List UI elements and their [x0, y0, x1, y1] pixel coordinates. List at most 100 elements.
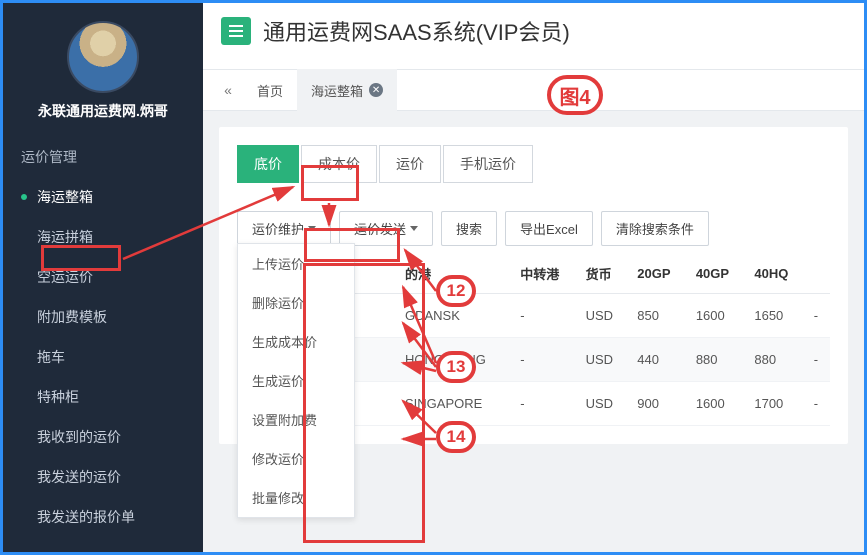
- th-cur: 货币: [578, 254, 630, 294]
- cell-40gp: 880: [688, 338, 747, 382]
- cell-40hq: 1650: [746, 294, 805, 338]
- sidebar-item-label: 我发送的运价: [37, 469, 121, 485]
- tab-fcl[interactable]: 海运整箱 ✕: [297, 69, 397, 111]
- dd-delete[interactable]: 删除运价: [238, 283, 354, 322]
- cell-cur: USD: [578, 382, 630, 426]
- dd-label: 上传运价: [252, 257, 304, 272]
- sidebar-item-label: 我收到的运价: [37, 429, 121, 445]
- sidebar-item-label: 特种柜: [37, 389, 79, 405]
- sidebar-item-label: 拖车: [37, 349, 65, 365]
- dd-gen-freight[interactable]: 生成运价: [238, 361, 354, 400]
- cell-40gp: 1600: [688, 294, 747, 338]
- button-label: 清除搜索条件: [616, 219, 694, 238]
- th-20gp: 20GP: [629, 254, 688, 294]
- dd-label: 批量修改: [252, 491, 304, 506]
- sidebar-item-received[interactable]: 我收到的运价: [3, 417, 203, 457]
- tab-home[interactable]: 首页: [243, 69, 297, 111]
- profile-block: 永联通用运费网.炳哥: [3, 3, 203, 131]
- dd-set-surcharge[interactable]: 设置附加费: [238, 400, 354, 439]
- th-tail: [806, 254, 830, 294]
- clear-button[interactable]: 清除搜索条件: [601, 211, 709, 246]
- pill-label: 成本价: [318, 156, 360, 172]
- sidebar-item-label: 海运拼箱: [37, 229, 93, 245]
- dd-gen-cost[interactable]: 生成成本价: [238, 322, 354, 361]
- main-area: 通用运费网SAAS系统(VIP会员) « 首页 海运整箱 ✕ 底价 成本价 运价…: [203, 3, 864, 552]
- cell-tail: -: [806, 294, 830, 338]
- cell-cur: USD: [578, 338, 630, 382]
- dd-upload[interactable]: 上传运价: [238, 244, 354, 283]
- sidebar-item-label: 空运运价: [37, 269, 93, 285]
- toolbar: 运价维护 运价发送 搜索 导出Excel 清除搜索条件 上传运价 删除运价 生成…: [237, 211, 830, 246]
- send-dropdown-button[interactable]: 运价发送: [339, 211, 433, 246]
- close-icon[interactable]: ✕: [369, 83, 383, 97]
- dd-modify[interactable]: 修改运价: [238, 439, 354, 478]
- avatar: [67, 21, 139, 93]
- username: 永联通用运费网.炳哥: [3, 101, 203, 121]
- sidebar-item-trailer[interactable]: 拖车: [3, 337, 203, 377]
- search-button[interactable]: 搜索: [441, 211, 497, 246]
- sidebar-item-label: 我发送的报价单: [37, 509, 135, 525]
- cell-dest: SINGAPORE: [397, 382, 512, 426]
- titlebar: 通用运费网SAAS系统(VIP会员): [203, 3, 864, 69]
- tab-label: 海运整箱: [311, 81, 363, 100]
- cell-cur: USD: [578, 294, 630, 338]
- dd-label: 设置附加费: [252, 413, 317, 428]
- sidebar-item-sent[interactable]: 我发送的运价: [3, 457, 203, 497]
- sidebar-item-label: 海运整箱: [37, 189, 93, 205]
- cell-tail: -: [806, 382, 830, 426]
- button-label: 导出Excel: [520, 219, 578, 238]
- cell-dest: HONG KONG: [397, 338, 512, 382]
- sidebar-item-label: 附加费模板: [37, 309, 107, 325]
- button-label: 搜索: [456, 219, 482, 238]
- sidebar-item-surcharge[interactable]: 附加费模板: [3, 297, 203, 337]
- th-dest: 的港: [397, 254, 512, 294]
- cell-20gp: 850: [629, 294, 688, 338]
- pill-label: 底价: [254, 156, 282, 172]
- cell-via: -: [512, 382, 577, 426]
- cell-via: -: [512, 294, 577, 338]
- pill-base-price[interactable]: 底价: [237, 145, 299, 183]
- dd-label: 生成成本价: [252, 335, 317, 350]
- pill-freight[interactable]: 运价: [379, 145, 441, 183]
- cell-20gp: 440: [629, 338, 688, 382]
- app-title: 通用运费网SAAS系统(VIP会员): [263, 15, 570, 47]
- th-40hq: 40HQ: [746, 254, 805, 294]
- sidebar-item-lcl[interactable]: 海运拼箱: [3, 217, 203, 257]
- maintain-dropdown-button[interactable]: 运价维护: [237, 211, 331, 246]
- export-button[interactable]: 导出Excel: [505, 211, 593, 246]
- chevron-down-icon: [308, 226, 316, 231]
- th-via: 中转港: [512, 254, 577, 294]
- cell-20gp: 900: [629, 382, 688, 426]
- cell-dest: GDANSK: [397, 294, 512, 338]
- pill-mobile[interactable]: 手机运价: [443, 145, 533, 183]
- tab-label: 首页: [257, 81, 283, 100]
- cell-tail: -: [806, 338, 830, 382]
- sidebar: 永联通用运费网.炳哥 运价管理 海运整箱 海运拼箱 空运运价 附加费模板 拖车 …: [3, 3, 203, 552]
- pill-label: 运价: [396, 156, 424, 172]
- button-label: 运价发送: [354, 219, 406, 238]
- cell-40hq: 880: [746, 338, 805, 382]
- maintain-dropdown-menu: 上传运价 删除运价 生成成本价 生成运价 设置附加费 修改运价 批量修改: [237, 243, 355, 518]
- sidebar-item-fcl[interactable]: 海运整箱: [3, 177, 203, 217]
- pill-label: 手机运价: [460, 156, 516, 172]
- th-40gp: 40GP: [688, 254, 747, 294]
- menu-section-header: 运价管理: [3, 131, 203, 177]
- tabs-bar: « 首页 海运整箱 ✕: [203, 69, 864, 111]
- sidebar-item-quotes[interactable]: 我发送的报价单: [3, 497, 203, 537]
- sidebar-item-special[interactable]: 特种柜: [3, 377, 203, 417]
- dd-label: 修改运价: [252, 452, 304, 467]
- hamburger-button[interactable]: [221, 17, 251, 45]
- sidebar-item-air[interactable]: 空运运价: [3, 257, 203, 297]
- price-type-tabs: 底价 成本价 运价 手机运价: [237, 145, 830, 183]
- cell-40hq: 1700: [746, 382, 805, 426]
- app-frame: 永联通用运费网.炳哥 运价管理 海运整箱 海运拼箱 空运运价 附加费模板 拖车 …: [0, 0, 867, 555]
- cell-40gp: 1600: [688, 382, 747, 426]
- tab-back-button[interactable]: «: [213, 75, 243, 105]
- chevron-down-icon: [410, 226, 418, 231]
- dd-label: 生成运价: [252, 374, 304, 389]
- dd-batch[interactable]: 批量修改: [238, 478, 354, 517]
- pill-cost-price[interactable]: 成本价: [301, 145, 377, 183]
- dd-label: 删除运价: [252, 296, 304, 311]
- button-label: 运价维护: [252, 219, 304, 238]
- cell-via: -: [512, 338, 577, 382]
